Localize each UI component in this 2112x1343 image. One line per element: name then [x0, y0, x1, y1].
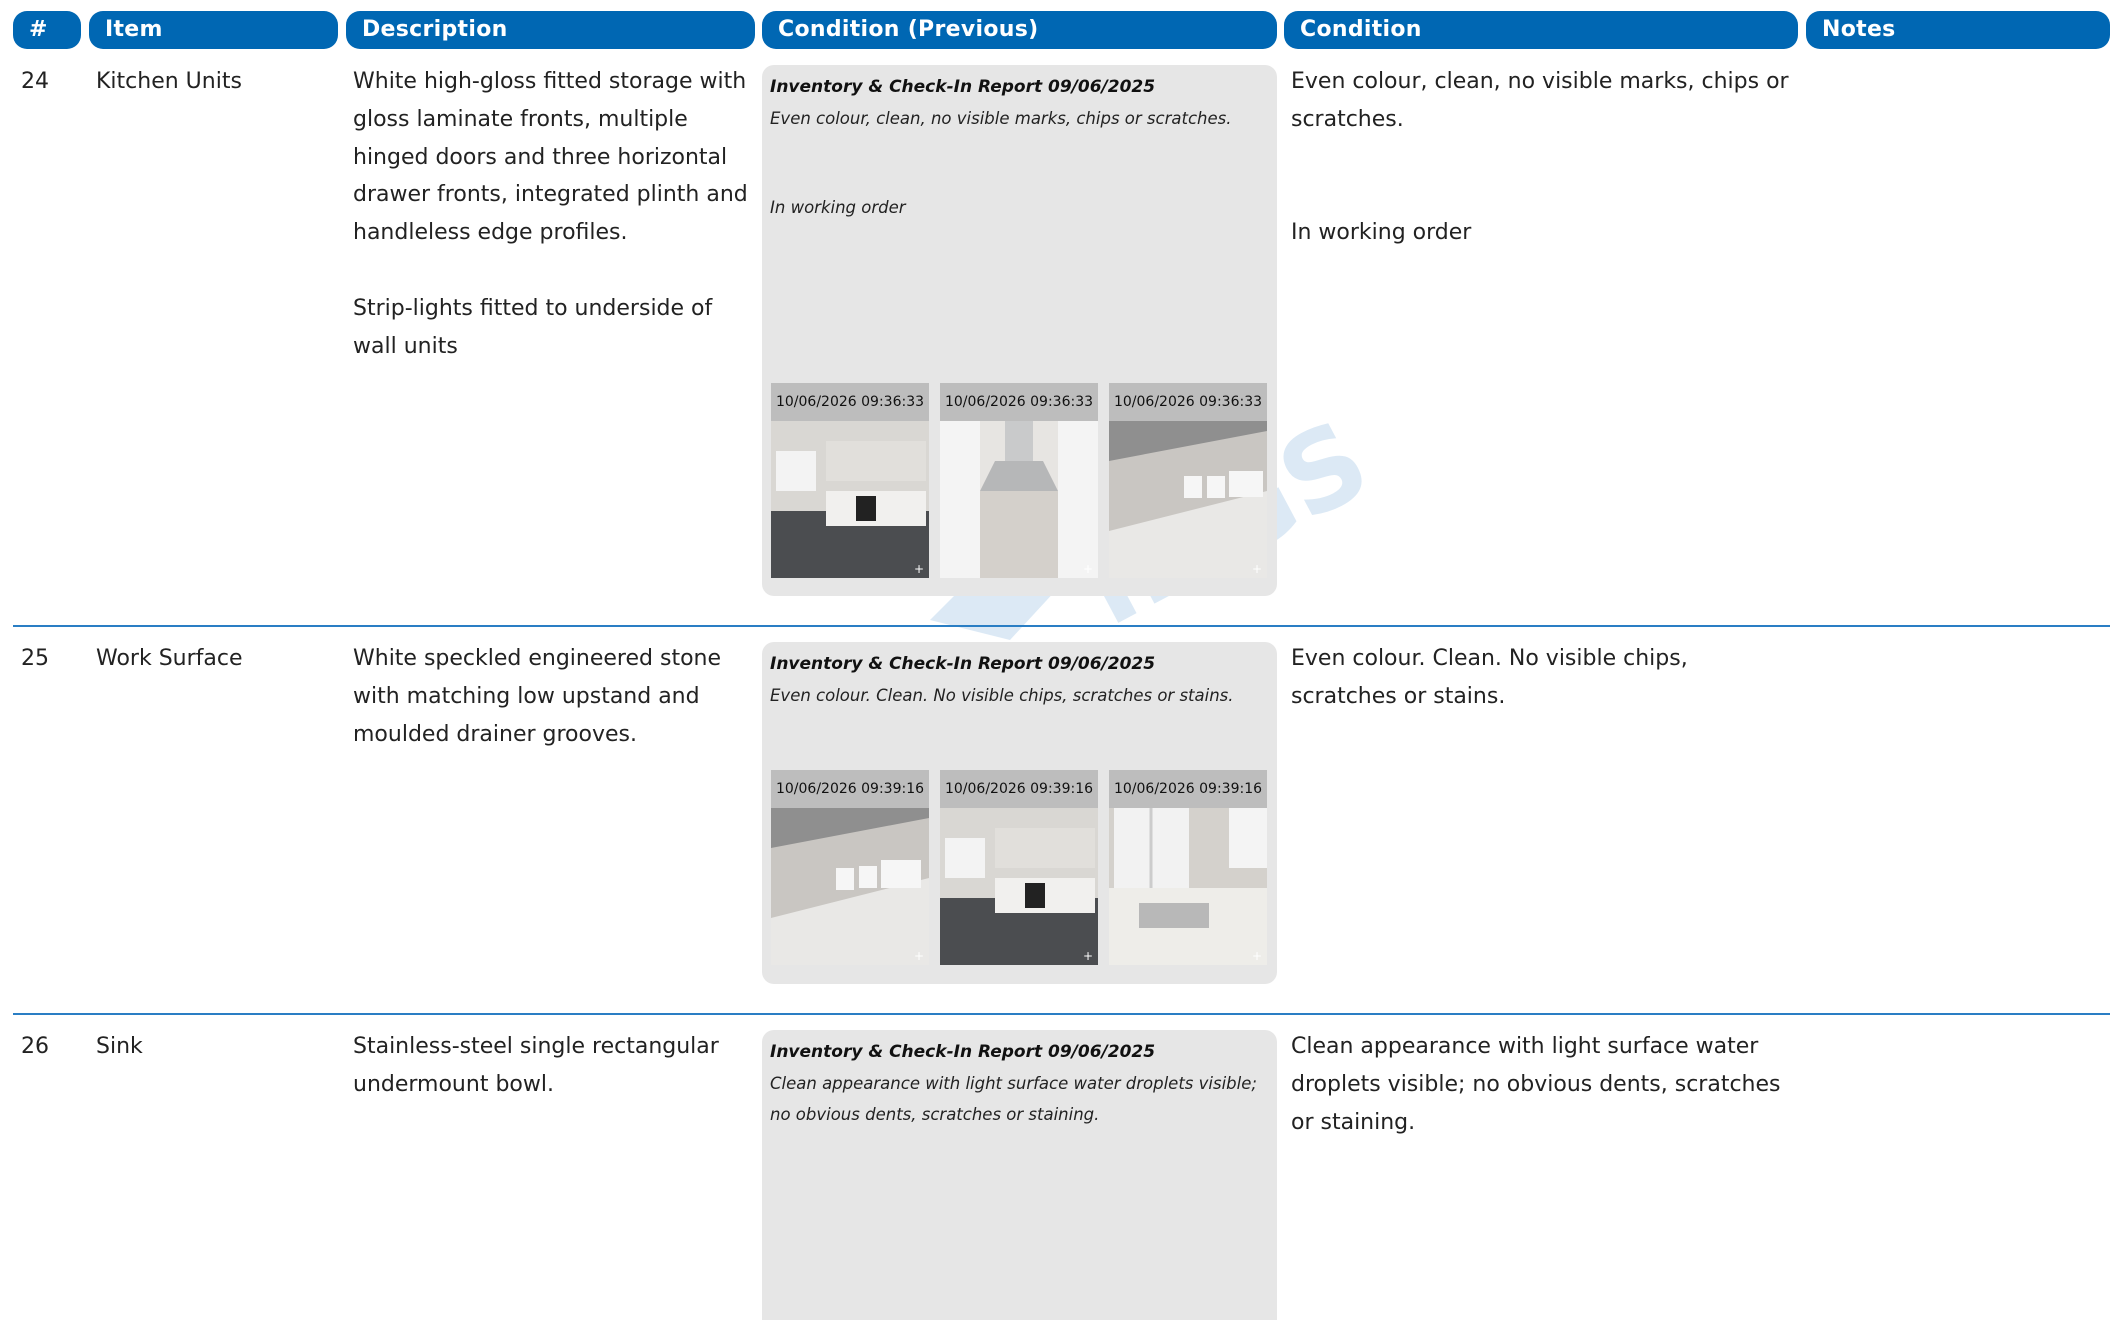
previous-report-title: Inventory & Check-In Report 09/06/2025 [770, 77, 1156, 97]
previous-condition-panel: Inventory & Check-In Report 09/06/2025 E… [762, 642, 1277, 984]
row-number: 24 [21, 69, 49, 94]
expand-icon: + [913, 949, 924, 963]
description-paragraph: White speckled engineered stone with mat… [353, 646, 722, 747]
item-name: Work Surface [96, 646, 243, 671]
condition-text: Even colour. Clean. No visible chips, sc… [1291, 646, 1688, 709]
previous-condition-text: Even colour, clean, no visible marks, ch… [770, 109, 1232, 128]
photo-timestamp: 10/06/2026 09:36:33 [1109, 383, 1267, 421]
kitchen-photo-image [940, 808, 1098, 965]
current-condition: Even colour. Clean. No visible chips, sc… [1291, 640, 1791, 716]
kitchen-photo-image [1109, 808, 1267, 965]
kitchen-photo-image [940, 421, 1098, 578]
previous-condition-text: Clean appearance with light surface wate… [770, 1074, 1257, 1124]
row-number: 26 [21, 1034, 49, 1059]
kitchen-photo-image [771, 808, 929, 965]
item-description: White high-gloss fitted storage with glo… [353, 63, 751, 365]
column-header-description: Description [346, 11, 755, 49]
photo-thumbnail[interactable]: 10/06/2026 09:36:33 + [940, 383, 1098, 578]
photo-timestamp: 10/06/2026 09:39:16 [1109, 770, 1267, 808]
previous-condition-text: Even colour. Clean. No visible chips, sc… [770, 686, 1234, 705]
current-condition: Clean appearance with light surface wate… [1291, 1028, 1791, 1141]
item-description: White speckled engineered stone with mat… [353, 640, 751, 753]
row-divider [13, 625, 2110, 627]
row-number: 25 [21, 646, 49, 671]
expand-icon: + [1082, 562, 1093, 576]
column-header-notes: Notes [1806, 11, 2110, 49]
photo-thumbnail[interactable]: 10/06/2026 09:39:16 + [940, 770, 1098, 965]
kitchen-photo-image [771, 421, 929, 578]
photo-timestamp: 10/06/2026 09:39:16 [771, 770, 929, 808]
photo-strip: 10/06/2026 09:39:16 + 10/06/2026 09:39:1… [771, 770, 1267, 965]
expand-icon: + [1082, 949, 1093, 963]
previous-working-text: In working order [770, 198, 906, 217]
photo-timestamp: 10/06/2026 09:39:16 [940, 770, 1098, 808]
description-paragraph: White high-gloss fitted storage with glo… [353, 69, 748, 246]
description-paragraph: Stainless-steel single rectangular under… [353, 1034, 719, 1097]
item-name: Sink [96, 1034, 143, 1059]
column-header-number: # [13, 11, 81, 49]
expand-icon: + [913, 562, 924, 576]
column-header-item: Item [89, 11, 338, 49]
photo-thumbnail[interactable]: 10/06/2026 09:36:33 + [771, 383, 929, 578]
row-divider [13, 1013, 2110, 1015]
kitchen-photo-image [1109, 421, 1267, 578]
item-description: Stainless-steel single rectangular under… [353, 1028, 751, 1104]
working-text: In working order [1291, 219, 1472, 245]
current-condition: Even colour, clean, no visible marks, ch… [1291, 63, 1791, 251]
previous-report-title: Inventory & Check-In Report 09/06/2025 [770, 1042, 1156, 1062]
previous-condition-panel: Inventory & Check-In Report 09/06/2025 C… [762, 1030, 1277, 1320]
photo-thumbnail[interactable]: 10/06/2026 09:39:16 + [771, 770, 929, 965]
condition-text: Even colour, clean, no visible marks, ch… [1291, 69, 1789, 132]
photo-timestamp: 10/06/2026 09:36:33 [940, 383, 1098, 421]
column-header-condition: Condition [1284, 11, 1798, 49]
photo-thumbnail[interactable]: 10/06/2026 09:36:33 + [1109, 383, 1267, 578]
photo-thumbnail[interactable]: 10/06/2026 09:39:16 + [1109, 770, 1267, 965]
photo-strip: 10/06/2026 09:36:33 + 10/06/2026 09:36:3… [771, 383, 1267, 578]
item-name: Kitchen Units [96, 69, 242, 94]
column-header-condition-previous: Condition (Previous) [762, 11, 1277, 49]
expand-icon: + [1251, 949, 1262, 963]
previous-report-title: Inventory & Check-In Report 09/06/2025 [770, 654, 1156, 674]
expand-icon: + [1251, 562, 1262, 576]
previous-condition-panel: Inventory & Check-In Report 09/06/2025 E… [762, 65, 1277, 596]
description-paragraph: Strip-lights fitted to underside of wall… [353, 295, 713, 359]
photo-timestamp: 10/06/2026 09:36:33 [771, 383, 929, 421]
condition-text: Clean appearance with light surface wate… [1291, 1034, 1781, 1135]
